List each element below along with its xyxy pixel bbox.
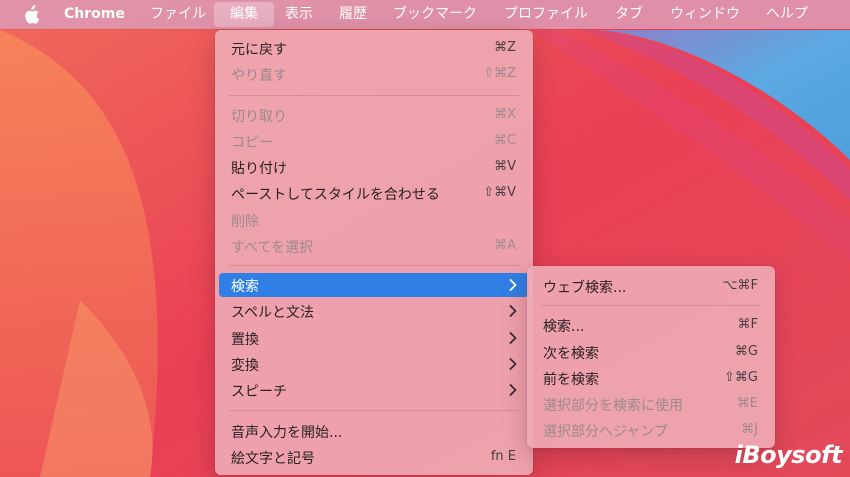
menu-profiles[interactable]: プロファイル (504, 0, 588, 29)
menu-item-redo[interactable]: やり直す ⇧⌘Z (219, 62, 529, 86)
find-submenu: ウェブ検索... ⌥⌘F 検索... ⌘F 次を検索 ⌘G 前を検索 ⇧⌘G 選… (527, 266, 775, 448)
menu-window[interactable]: ウィンドウ (670, 0, 740, 29)
menu-item-undo[interactable]: 元に戻す ⌘Z (219, 36, 529, 60)
menu-item-label: 検索... (543, 319, 585, 335)
menu-item-label: 検索 (231, 279, 259, 295)
menu-separator (229, 265, 519, 266)
menu-item-cut[interactable]: 切り取り ⌘X (219, 103, 529, 127)
watermark-logo: iBoysoft (734, 441, 843, 469)
menu-item-label: 貼り付け (231, 161, 287, 177)
menu-item-use-selection-for-find[interactable]: 選択部分を検索に使用 ⌘E (531, 392, 771, 416)
menu-item-label: スピーチ (231, 384, 287, 400)
menu-item-shortcut: ⌘C (493, 133, 516, 148)
chevron-right-icon (509, 358, 517, 370)
menu-item-shortcut: ⌘A (494, 238, 516, 253)
menu-item-shortcut: ⌘E (736, 396, 758, 411)
menu-item-label: 削除 (231, 214, 259, 230)
menu-item-label: 置換 (231, 332, 259, 348)
menu-item-label: 次を検索 (543, 346, 599, 362)
menu-item-substitutions[interactable]: 置換 (219, 326, 529, 350)
menu-item-label: 変換 (231, 358, 259, 374)
menu-bookmarks[interactable]: ブックマーク (393, 0, 477, 29)
menu-item-start-dictation[interactable]: 音声入力を開始... (219, 419, 529, 443)
menu-item-label: スペルと文法 (231, 305, 315, 321)
menu-item-label: ウェブ検索... (543, 280, 627, 296)
menu-item-find-ellipsis[interactable]: 検索... ⌘F (531, 313, 771, 337)
menu-item-shortcut: ⌘Z (494, 40, 516, 55)
menu-item-label: 選択部分を検索に使用 (543, 398, 683, 414)
apple-logo-icon[interactable] (22, 5, 40, 25)
menu-item-shortcut: fn E (490, 449, 516, 464)
menu-item-shortcut: ⌘J (741, 422, 758, 437)
menu-item-label: すべてを選択 (231, 240, 314, 256)
menu-item-web-search[interactable]: ウェブ検索... ⌥⌘F (531, 274, 771, 298)
menu-item-label: 切り取り (231, 109, 287, 125)
menu-item-transformations[interactable]: 変換 (219, 352, 529, 376)
menu-app-name[interactable]: Chrome (64, 0, 125, 29)
menu-item-shortcut: ⌘G (734, 344, 758, 359)
menu-item-shortcut: ⇧⌘G (724, 370, 758, 385)
menu-item-label: 絵文字と記号 (231, 451, 315, 467)
menu-item-label: 元に戻す (231, 42, 287, 58)
menu-item-label: やり直す (231, 68, 287, 84)
menu-bar: Chrome ファイル 編集 表示 履歴 ブックマーク プロファイル タブ ウィ… (0, 0, 850, 29)
menu-item-jump-to-selection[interactable]: 選択部分へジャンプ ⌘J (531, 418, 771, 442)
menu-item-copy[interactable]: コピー ⌘C (219, 129, 529, 153)
menu-item-label: コピー (231, 135, 273, 151)
menu-item-speech[interactable]: スピーチ (219, 378, 529, 402)
menu-item-label: ペーストしてスタイルを合わせる (231, 187, 440, 203)
menu-item-shortcut: ⇧⌘V (483, 185, 516, 200)
menu-item-find[interactable]: 検索 (219, 273, 529, 297)
menu-item-find-next[interactable]: 次を検索 ⌘G (531, 340, 771, 364)
menu-item-shortcut: ⌘F (737, 317, 758, 332)
menu-edit[interactable]: 編集 (214, 2, 274, 27)
menu-help[interactable]: ヘルプ (766, 0, 808, 29)
chevron-right-icon (509, 279, 517, 291)
chevron-right-icon (509, 384, 517, 396)
chevron-right-icon (509, 332, 517, 344)
menu-item-shortcut: ⌘X (494, 107, 516, 122)
menu-history[interactable]: 履歴 (339, 0, 367, 29)
menu-item-label: 選択部分へジャンプ (543, 424, 668, 440)
menu-item-paste-match-style[interactable]: ペーストしてスタイルを合わせる ⇧⌘V (219, 181, 529, 205)
menu-item-select-all[interactable]: すべてを選択 ⌘A (219, 234, 529, 258)
menu-item-emoji-symbols[interactable]: 絵文字と記号 fn E (219, 445, 529, 469)
menu-item-delete[interactable]: 削除 (219, 208, 529, 232)
menu-file[interactable]: ファイル (150, 0, 206, 29)
menu-item-find-previous[interactable]: 前を検索 ⇧⌘G (531, 366, 771, 390)
menu-item-label: 前を検索 (543, 372, 599, 388)
menu-item-spelling-grammar[interactable]: スペルと文法 (219, 299, 529, 323)
menu-separator (541, 305, 761, 306)
edit-menu: 元に戻す ⌘Z やり直す ⇧⌘Z 切り取り ⌘X コピー ⌘C 貼り付け ⌘V … (215, 30, 533, 475)
menu-item-shortcut: ⌥⌘F (722, 278, 758, 293)
menu-item-shortcut: ⇧⌘Z (483, 66, 516, 81)
menu-separator (229, 95, 519, 96)
menu-item-paste[interactable]: 貼り付け ⌘V (219, 155, 529, 179)
menu-view[interactable]: 表示 (285, 0, 313, 29)
menu-item-shortcut: ⌘V (494, 159, 516, 174)
menu-separator (229, 410, 519, 411)
chevron-right-icon (509, 305, 517, 317)
menu-tab[interactable]: タブ (615, 0, 643, 29)
menu-item-label: 音声入力を開始... (231, 425, 343, 441)
